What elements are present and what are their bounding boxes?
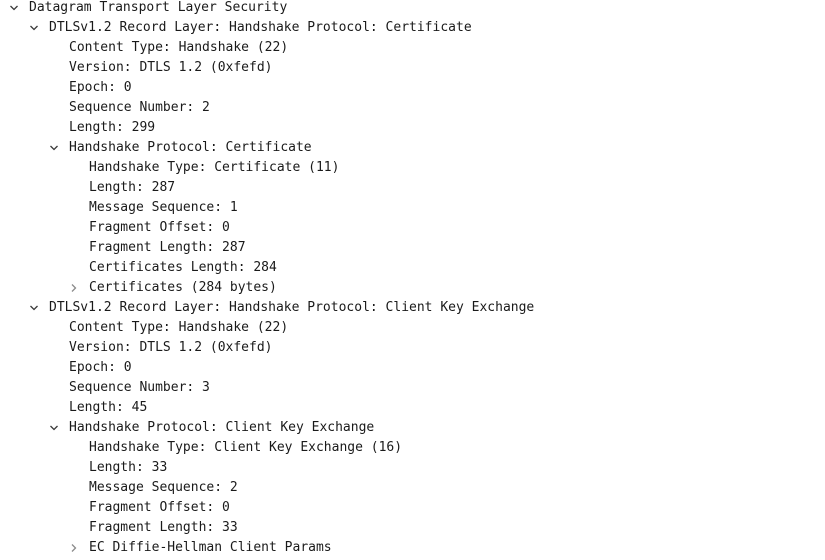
- tree-row[interactable]: Epoch: 0: [0, 78, 825, 98]
- tree-row-label: Message Sequence: 1: [89, 200, 238, 215]
- tree-row-label: Version: DTLS 1.2 (0xfefd): [69, 340, 273, 355]
- tree-row[interactable]: DTLSv1.2 Record Layer: Handshake Protoco…: [0, 18, 825, 38]
- tree-row[interactable]: Fragment Length: 287: [0, 238, 825, 258]
- tree-row-label: Message Sequence: 2: [89, 480, 238, 495]
- tree-row-label: Length: 287: [89, 180, 176, 195]
- tree-row-label: Fragment Length: 287: [89, 240, 246, 255]
- tree-row[interactable]: Length: 299: [0, 118, 825, 138]
- tree-row-label: Content Type: Handshake (22): [69, 320, 289, 335]
- tree-row[interactable]: Fragment Offset: 0: [0, 498, 825, 518]
- tree-row-label: Length: 45: [69, 400, 148, 415]
- tree-row-label: Sequence Number: 3: [69, 380, 210, 395]
- chevron-down-icon[interactable]: [47, 138, 61, 158]
- tree-row-label: Certificates Length: 284: [89, 260, 277, 275]
- chevron-down-icon[interactable]: [7, 0, 21, 18]
- tree-row-label: DTLSv1.2 Record Layer: Handshake Protoco…: [49, 20, 472, 35]
- chevron-down-icon[interactable]: [27, 298, 41, 318]
- tree-row-label: Sequence Number: 2: [69, 100, 210, 115]
- chevron-right-icon[interactable]: [67, 278, 81, 298]
- tree-row[interactable]: Handshake Protocol: Client Key Exchange: [0, 418, 825, 438]
- tree-row-label: Handshake Type: Certificate (11): [89, 160, 340, 175]
- tree-row[interactable]: Content Type: Handshake (22): [0, 318, 825, 338]
- tree-row-label: Content Type: Handshake (22): [69, 40, 289, 55]
- chevron-down-icon[interactable]: [27, 18, 41, 38]
- tree-row[interactable]: Version: DTLS 1.2 (0xfefd): [0, 58, 825, 78]
- tree-row-label: EC Diffie-Hellman Client Params: [89, 540, 332, 555]
- tree-row-label: Fragment Offset: 0: [89, 220, 230, 235]
- tree-row-label: Fragment Length: 33: [89, 520, 238, 535]
- tree-row[interactable]: Message Sequence: 1: [0, 198, 825, 218]
- tree-row-label: Fragment Offset: 0: [89, 500, 230, 515]
- tree-row-label: Epoch: 0: [69, 80, 132, 95]
- tree-row[interactable]: Certificates (284 bytes): [0, 278, 825, 298]
- tree-row-label: Certificates (284 bytes): [89, 280, 277, 295]
- tree-row[interactable]: Content Type: Handshake (22): [0, 38, 825, 58]
- tree-row-label: Epoch: 0: [69, 360, 132, 375]
- tree-row[interactable]: Length: 287: [0, 178, 825, 198]
- tree-row[interactable]: DTLSv1.2 Record Layer: Handshake Protoco…: [0, 298, 825, 318]
- tree-row[interactable]: Handshake Type: Certificate (11): [0, 158, 825, 178]
- tree-row[interactable]: Handshake Protocol: Certificate: [0, 138, 825, 158]
- tree-row[interactable]: Length: 45: [0, 398, 825, 418]
- tree-row-label: Length: 33: [89, 460, 168, 475]
- tree-row[interactable]: Length: 33: [0, 458, 825, 478]
- tree-row-label: Handshake Type: Client Key Exchange (16): [89, 440, 403, 455]
- tree-row[interactable]: Message Sequence: 2: [0, 478, 825, 498]
- tree-row[interactable]: Sequence Number: 2: [0, 98, 825, 118]
- tree-row[interactable]: Handshake Type: Client Key Exchange (16): [0, 438, 825, 458]
- packet-details-tree[interactable]: Datagram Transport Layer Security DTLSv1.…: [0, 0, 825, 558]
- tree-row-label: DTLSv1.2 Record Layer: Handshake Protoco…: [49, 300, 535, 315]
- tree-row-label: Version: DTLS 1.2 (0xfefd): [69, 60, 273, 75]
- tree-row[interactable]: Epoch: 0: [0, 358, 825, 378]
- tree-row[interactable]: Sequence Number: 3: [0, 378, 825, 398]
- tree-row[interactable]: Certificates Length: 284: [0, 258, 825, 278]
- tree-row-label: Length: 299: [69, 120, 156, 135]
- tree-row-label: Handshake Protocol: Client Key Exchange: [69, 420, 375, 435]
- tree-row-label: Datagram Transport Layer Security: [29, 0, 288, 15]
- chevron-down-icon[interactable]: [47, 418, 61, 438]
- tree-row[interactable]: Fragment Length: 33: [0, 518, 825, 538]
- tree-row[interactable]: Datagram Transport Layer Security: [0, 0, 825, 18]
- tree-row-label: Handshake Protocol: Certificate: [69, 140, 312, 155]
- tree-row[interactable]: Fragment Offset: 0: [0, 218, 825, 238]
- chevron-right-icon[interactable]: [67, 538, 81, 558]
- tree-row[interactable]: Version: DTLS 1.2 (0xfefd): [0, 338, 825, 358]
- tree-row[interactable]: EC Diffie-Hellman Client Params: [0, 538, 825, 558]
